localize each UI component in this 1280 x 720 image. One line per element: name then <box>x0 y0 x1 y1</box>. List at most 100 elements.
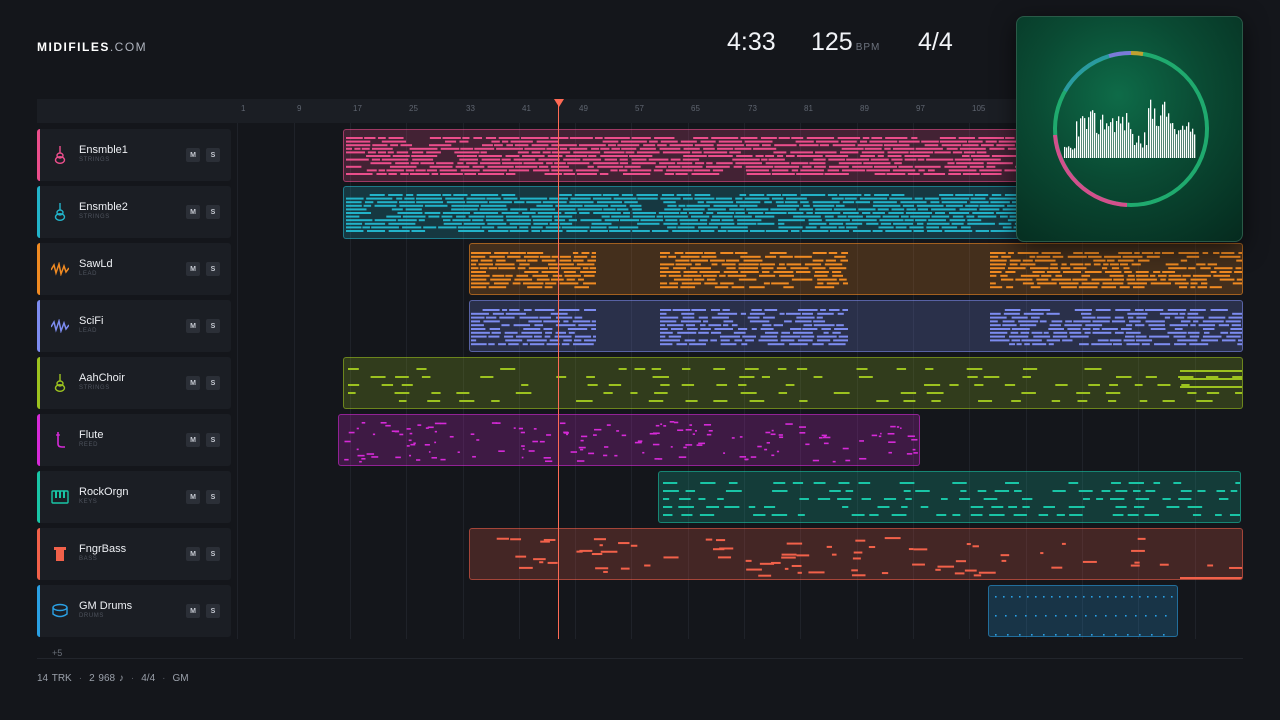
midi-clip[interactable] <box>343 357 1243 409</box>
midi-note <box>1016 343 1022 346</box>
brand-logo[interactable]: MIDIFILES.COM <box>37 40 147 54</box>
midi-note <box>406 428 411 430</box>
solo-button[interactable]: S <box>206 262 220 276</box>
midi-note <box>1202 335 1222 338</box>
midi-note <box>424 212 441 214</box>
midi-note <box>411 155 438 157</box>
solo-button[interactable]: S <box>206 148 220 162</box>
mute-button[interactable]: M <box>186 148 200 162</box>
midi-note <box>573 339 582 342</box>
midi-note <box>1148 324 1165 327</box>
midi-note <box>725 490 742 492</box>
midi-note <box>471 339 477 342</box>
solo-button[interactable]: S <box>206 433 220 447</box>
midi-note <box>429 137 442 139</box>
mute-button[interactable]: M <box>186 547 200 561</box>
solo-button[interactable]: S <box>206 376 220 390</box>
spectrum-bar <box>1120 123 1122 158</box>
midi-note <box>619 158 628 161</box>
midi-note <box>1085 324 1103 327</box>
midi-note <box>978 571 996 574</box>
midi-clip[interactable] <box>338 414 920 466</box>
track-header-ensmble2[interactable]: Ensmble2 STRINGS M S <box>37 186 231 238</box>
midi-note <box>888 441 896 443</box>
midi-note <box>791 162 809 165</box>
midi-note <box>388 194 403 196</box>
midi-note <box>558 208 576 211</box>
playhead-handle[interactable] <box>554 99 564 107</box>
midi-note <box>658 212 680 214</box>
track-header-fngrbass[interactable]: FngrBass BASS M S <box>37 528 231 580</box>
midi-note <box>1133 490 1141 492</box>
midi-note <box>676 343 688 346</box>
midi-clip[interactable] <box>343 129 1023 182</box>
mute-button[interactable]: M <box>186 604 200 618</box>
midi-note <box>583 282 596 285</box>
midi-note <box>1093 263 1101 266</box>
solo-button[interactable]: S <box>206 547 220 561</box>
midi-note <box>970 201 989 204</box>
playhead[interactable] <box>558 104 559 639</box>
midi-note <box>559 282 579 285</box>
midi-note <box>879 219 904 222</box>
solo-button[interactable]: S <box>206 604 220 618</box>
midi-note <box>643 144 656 147</box>
midi-clip[interactable] <box>469 243 1243 295</box>
mute-button[interactable]: M <box>186 319 200 333</box>
midi-note <box>907 173 920 175</box>
midi-clip[interactable] <box>343 186 1023 239</box>
track-header-sawld[interactable]: SawLd LEAD M S <box>37 243 231 295</box>
spectrum-bar <box>1074 148 1076 158</box>
midi-note <box>876 400 889 402</box>
track-header-ensmble1[interactable]: Ensmble1 STRINGS M S <box>37 129 231 181</box>
midi-note <box>1084 263 1091 266</box>
midi-note <box>770 433 776 436</box>
mute-button[interactable]: M <box>186 490 200 504</box>
midi-note <box>567 162 590 165</box>
midi-note <box>652 230 669 232</box>
solo-button[interactable]: S <box>206 205 220 219</box>
midi-note <box>1072 278 1088 281</box>
midi-note <box>906 453 913 455</box>
midi-note <box>533 335 542 338</box>
midi-note <box>1210 309 1228 311</box>
midi-note <box>899 482 915 484</box>
midi-note <box>1167 331 1187 334</box>
solo-button[interactable]: S <box>206 319 220 333</box>
midi-note <box>729 151 741 154</box>
midi-clip[interactable] <box>658 471 1241 523</box>
midi-note <box>753 147 777 150</box>
track-header-gm-drums[interactable]: GM Drums DRUMS M S <box>37 585 231 637</box>
more-tracks-indicator[interactable]: +5 <box>52 648 62 658</box>
midi-note <box>763 282 770 285</box>
midi-clip[interactable] <box>988 585 1178 637</box>
midi-note <box>771 514 788 516</box>
mute-button[interactable]: M <box>186 376 200 390</box>
midi-note <box>991 506 1004 508</box>
track-name: RockOrgn <box>79 486 129 498</box>
mute-button[interactable]: M <box>186 262 200 276</box>
midi-note <box>907 435 915 438</box>
mute-button[interactable]: M <box>186 433 200 447</box>
track-header-flute[interactable]: Flute REED M S <box>37 414 231 466</box>
midi-note <box>636 151 660 154</box>
midi-note <box>700 140 716 143</box>
mute-button[interactable]: M <box>186 205 200 219</box>
midi-note <box>740 392 757 394</box>
track-header-rockorgn[interactable]: RockOrgn KEYS M S <box>37 471 231 523</box>
midi-note <box>720 343 737 346</box>
midi-note <box>769 252 787 254</box>
solo-button[interactable]: S <box>206 490 220 504</box>
midi-note <box>593 212 621 214</box>
midi-note <box>1052 490 1066 492</box>
midi-note <box>388 137 404 139</box>
midi-note <box>361 147 370 150</box>
track-header-scifi[interactable]: SciFi LEAD M S <box>37 300 231 352</box>
midi-note <box>1109 274 1124 277</box>
midi-clip[interactable] <box>469 528 1243 580</box>
midi-note <box>648 400 664 402</box>
track-header-aahchoir[interactable]: AahChoir STRINGS M S <box>37 357 231 409</box>
midi-clip[interactable] <box>469 300 1243 352</box>
midi-note <box>832 460 836 463</box>
midi-note <box>603 208 616 211</box>
